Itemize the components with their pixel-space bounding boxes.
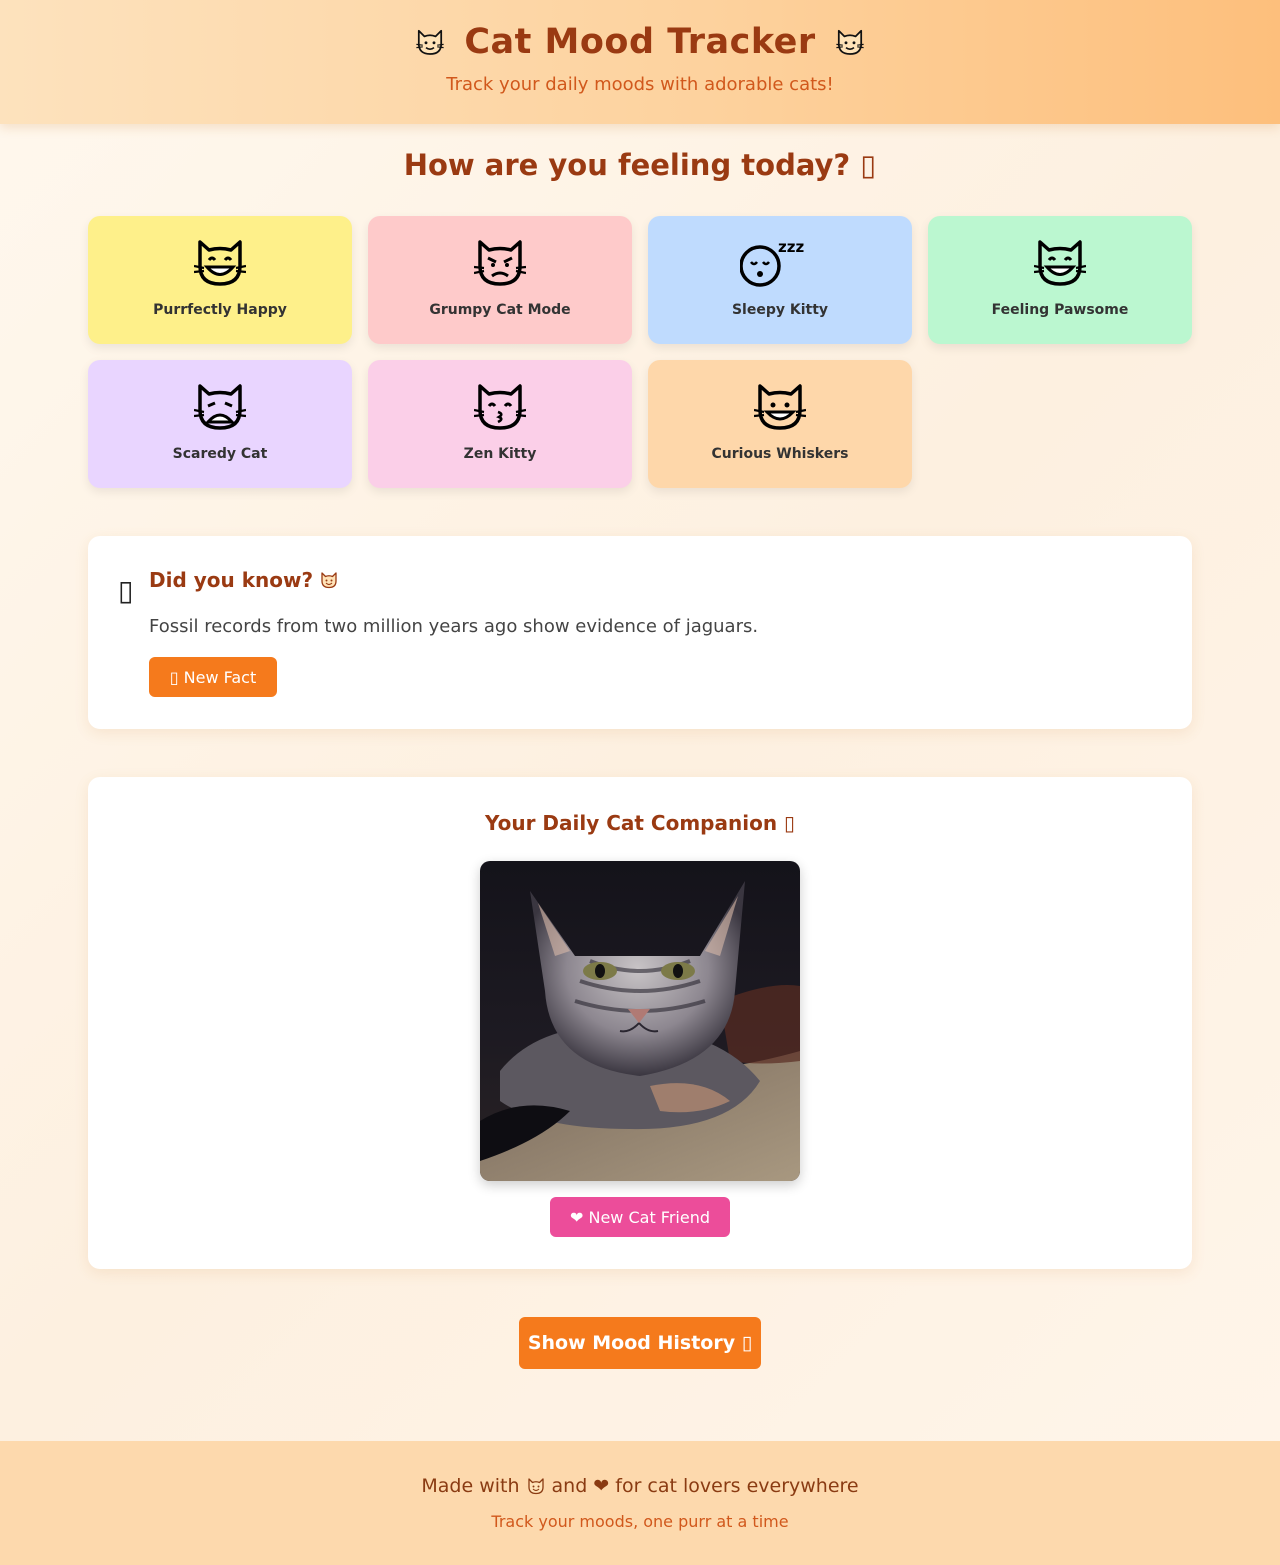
svg-text:zzz: zzz bbox=[778, 238, 804, 256]
app-title: Cat Mood Tracker bbox=[0, 22, 1280, 62]
pouting-cat-icon bbox=[368, 238, 632, 288]
companion-title: Your Daily Cat Companion ▯ bbox=[484, 811, 796, 835]
mood-card-scaredy-cat[interactable]: Scaredy Cat bbox=[88, 360, 352, 488]
footer-made-prefix: Made with bbox=[421, 1475, 520, 1497]
new-cat-friend-button[interactable]: ❤ New Cat Friend bbox=[550, 1197, 730, 1237]
mood-label: Purrfectly Happy bbox=[153, 302, 287, 318]
fact-panel: ▯ Did you know? Fossil records from two … bbox=[88, 536, 1192, 729]
footer: Made with and ❤ for cat lovers everywher… bbox=[0, 1441, 1280, 1565]
app-tagline: Track your daily moods with adorable cat… bbox=[446, 74, 834, 95]
smiling-cat-icon bbox=[648, 382, 912, 432]
cat-face-icon bbox=[321, 572, 337, 589]
mood-label: Sleepy Kitty bbox=[731, 302, 829, 318]
footer-made-suffix: and ❤ for cat lovers everywhere bbox=[551, 1475, 859, 1497]
mood-card-feeling-pawsome[interactable]: Feeling Pawsome bbox=[928, 216, 1192, 344]
mood-label: Feeling Pawsome bbox=[991, 302, 1129, 318]
companion-panel: Your Daily Cat Companion ▯ ❤ New Cat Fri… bbox=[88, 777, 1192, 1269]
mood-card-purrfectly-happy[interactable]: Purrfectly Happy bbox=[88, 216, 352, 344]
fact-text: Fossil records from two million years ag… bbox=[149, 616, 759, 637]
fact-title: Did you know? bbox=[149, 568, 339, 592]
mood-label: Zen Kitty bbox=[463, 446, 537, 462]
footer-made-with: Made with and ❤ for cat lovers everywher… bbox=[0, 1475, 1280, 1497]
show-mood-history-button[interactable]: Show Mood History ▯ bbox=[519, 1317, 761, 1369]
grinning-cat-icon bbox=[928, 238, 1192, 288]
cat-face-icon bbox=[836, 29, 864, 55]
grinning-cat-icon bbox=[88, 238, 352, 288]
mood-label: Grumpy Cat Mode bbox=[429, 302, 571, 318]
app-header: Cat Mood Tracker Track your daily moods … bbox=[0, 0, 1280, 124]
cat-face-icon bbox=[527, 1478, 544, 1495]
cat-face-icon bbox=[416, 29, 444, 55]
kissing-cat-icon bbox=[368, 382, 632, 432]
mood-card-zen-kitty[interactable]: Zen Kitty bbox=[368, 360, 632, 488]
mood-label: Scaredy Cat bbox=[172, 446, 268, 462]
mood-card-curious-whiskers[interactable]: Curious Whiskers bbox=[648, 360, 912, 488]
fact-title-text: Did you know? bbox=[149, 568, 314, 592]
new-fact-button[interactable]: ▯ New Fact bbox=[149, 657, 277, 697]
lightbulb-icon: ▯ bbox=[118, 574, 134, 607]
footer-subtitle: Track your moods, one purr at a time bbox=[491, 1512, 789, 1531]
app-title-text: Cat Mood Tracker bbox=[464, 22, 816, 62]
cat-photo bbox=[480, 861, 800, 1181]
mood-label: Curious Whiskers bbox=[711, 446, 849, 462]
weary-cat-icon bbox=[88, 382, 352, 432]
mood-card-grumpy-cat-mode[interactable]: Grumpy Cat Mode bbox=[368, 216, 632, 344]
sleeping-face-icon: zzz bbox=[648, 238, 912, 288]
mood-card-sleepy-kitty[interactable]: zzz Sleepy Kitty bbox=[648, 216, 912, 344]
mood-section-title: How are you feeling today? ▯ bbox=[403, 148, 877, 182]
